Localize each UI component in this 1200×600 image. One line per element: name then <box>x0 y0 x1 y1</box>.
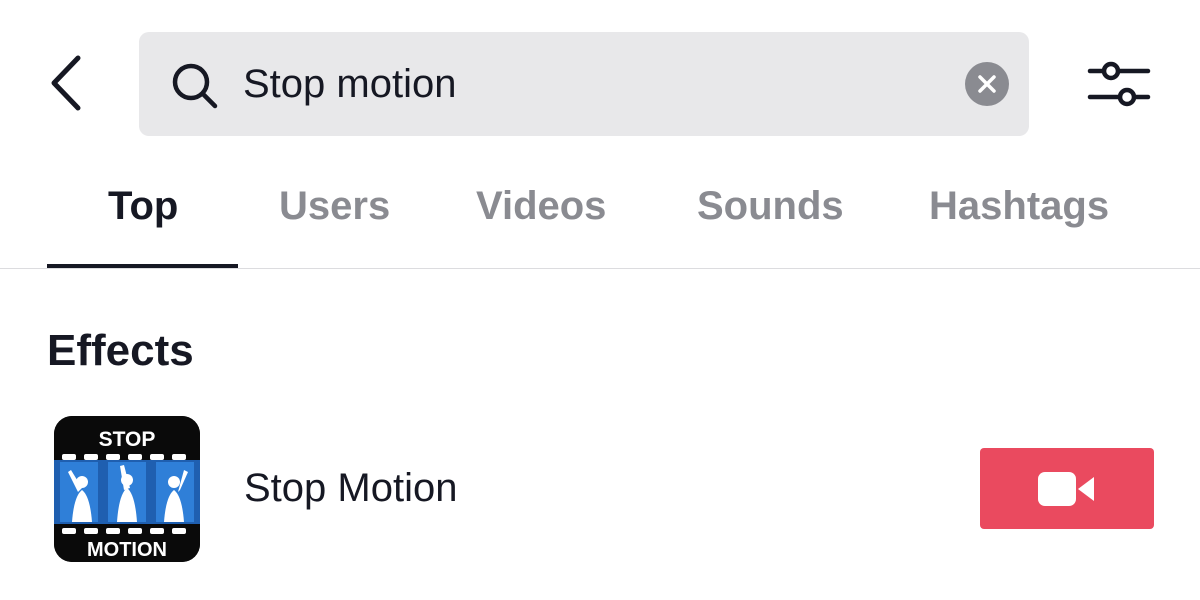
chevron-left-icon <box>51 55 81 111</box>
thumbnail-text-top: STOP <box>99 428 156 451</box>
filter-button[interactable] <box>1082 55 1156 113</box>
video-camera-icon <box>1038 472 1094 506</box>
tab-users[interactable]: Users <box>279 184 390 229</box>
effect-thumbnail: STOP MOTION <box>54 416 200 562</box>
clear-x-icon <box>978 75 996 93</box>
search-bar[interactable] <box>139 32 1029 136</box>
search-icon <box>172 63 218 109</box>
tab-top[interactable]: Top <box>108 184 178 229</box>
section-title-effects: Effects <box>47 326 194 375</box>
effect-name: Stop Motion <box>244 466 458 510</box>
tab-sounds[interactable]: Sounds <box>697 184 844 229</box>
tabs-divider <box>0 268 1200 269</box>
search-input[interactable] <box>243 54 943 114</box>
use-effect-button[interactable] <box>980 448 1154 529</box>
search-tabs: Top Users Videos Sounds Hashtags <box>0 170 1200 268</box>
effect-list-item[interactable]: STOP MOTION Stop Motion <box>0 408 1200 568</box>
tab-videos[interactable]: Videos <box>476 184 606 229</box>
tab-hashtags[interactable]: Hashtags <box>929 184 1109 229</box>
sliders-icon <box>1087 61 1151 107</box>
clear-search-button[interactable] <box>965 62 1009 106</box>
thumbnail-text-bottom: MOTION <box>87 539 167 561</box>
back-button[interactable] <box>40 50 96 116</box>
